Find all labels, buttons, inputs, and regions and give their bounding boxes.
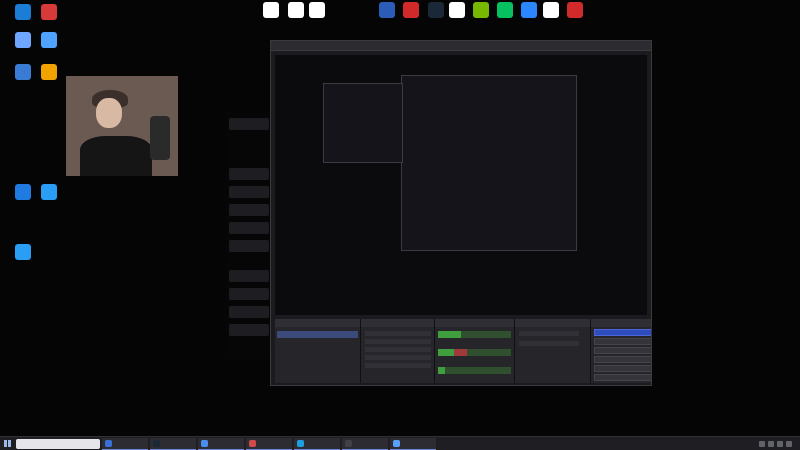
icon-left-6[interactable] — [28, 64, 70, 82]
mixer-level-bar — [438, 349, 455, 356]
tray-icon-4[interactable] — [786, 440, 792, 447]
taskbar-item-3[interactable] — [198, 437, 244, 450]
icon-left-6-icon — [41, 64, 57, 80]
taskbar-item-7[interactable] — [390, 437, 436, 450]
side-cell-7[interactable] — [229, 270, 269, 282]
obs-window — [270, 40, 652, 386]
mixer-dock-header — [435, 319, 514, 327]
mixer-dock — [435, 319, 514, 383]
control-button-2[interactable] — [594, 338, 651, 345]
tray-icon-2[interactable] — [768, 440, 774, 447]
mixer-track-3[interactable] — [438, 367, 511, 374]
sources-dock-header — [361, 319, 434, 327]
icon-left-9[interactable] — [2, 244, 44, 262]
source-row-5[interactable] — [365, 363, 431, 368]
icon-left-2-icon — [41, 4, 57, 20]
controls-dock — [591, 319, 651, 383]
control-button-6[interactable] — [594, 374, 651, 381]
source-row-3[interactable] — [365, 347, 431, 352]
taskbar-items — [100, 437, 436, 450]
windows-logo-icon — [3, 440, 11, 447]
side-cell-3[interactable] — [229, 186, 269, 198]
icon-left-4-icon — [41, 32, 57, 48]
scene-row[interactable] — [277, 331, 358, 338]
mixer-level-bar — [438, 331, 462, 338]
transition-select[interactable] — [519, 331, 579, 336]
icon-top-3[interactable] — [296, 2, 338, 20]
icon-left-2[interactable] — [28, 4, 70, 22]
system-tray — [759, 440, 800, 447]
taskbar-item-2[interactable] — [150, 437, 196, 450]
duration-input[interactable] — [519, 341, 579, 346]
control-button-5[interactable] — [594, 365, 651, 372]
webcam-body — [80, 136, 152, 176]
taskbar-search-input[interactable] — [16, 438, 100, 449]
taskbar-item-3-icon — [201, 439, 208, 447]
webcam-face — [96, 98, 122, 128]
taskbar — [0, 436, 800, 450]
side-cell-1[interactable] — [229, 118, 269, 130]
tray-icon-1[interactable] — [759, 440, 765, 447]
icon-left-9-icon — [15, 244, 31, 260]
control-button-1[interactable] — [594, 329, 651, 336]
sources-dock — [361, 319, 434, 383]
taskbar-item-4-icon — [249, 439, 256, 447]
taskbar-item-6-icon — [345, 439, 352, 447]
nested-webcam — [323, 83, 403, 163]
source-row-2[interactable] — [365, 339, 431, 344]
mixer-track-1[interactable] — [438, 331, 511, 338]
taskbar-item-1[interactable] — [102, 437, 148, 450]
transitions-dock-header — [515, 319, 590, 327]
controls-dock-header — [591, 319, 651, 327]
side-panel — [226, 112, 272, 354]
control-button-4[interactable] — [594, 356, 651, 363]
taskbar-item-5[interactable] — [294, 437, 340, 450]
obs-titlebar[interactable] — [271, 41, 651, 51]
control-button-3[interactable] — [594, 347, 651, 354]
taskbar-item-4[interactable] — [246, 437, 292, 450]
taskbar-item-1-icon — [105, 439, 112, 447]
obs-preview[interactable] — [275, 55, 647, 315]
side-cell-5[interactable] — [229, 222, 269, 234]
taskbar-item-7-icon — [393, 439, 400, 447]
mixer-level-bar — [438, 367, 446, 374]
desktop — [0, 0, 800, 436]
taskbar-item-5-icon — [297, 439, 304, 447]
webcam-mic — [150, 116, 170, 160]
taskbar-item-2-icon — [153, 439, 160, 447]
side-cell-2[interactable] — [229, 168, 269, 180]
icon-left-8-icon — [41, 184, 57, 200]
source-row-1[interactable] — [365, 331, 431, 336]
obs-docks — [275, 319, 651, 383]
side-cell-10[interactable] — [229, 324, 269, 336]
webcam-overlay — [66, 76, 178, 176]
icon-top-12-icon — [567, 2, 583, 18]
nested-capture — [401, 75, 577, 251]
start-button[interactable] — [0, 437, 14, 450]
icon-left-8[interactable] — [28, 184, 70, 202]
side-cell-4[interactable] — [229, 204, 269, 216]
icon-left-4[interactable] — [28, 32, 70, 50]
mixer-peak-bar — [454, 349, 468, 356]
source-row-4[interactable] — [365, 355, 431, 360]
side-cell-6[interactable] — [229, 240, 269, 252]
scenes-dock-header — [275, 319, 360, 327]
side-cell-8[interactable] — [229, 288, 269, 300]
transitions-dock — [515, 319, 590, 383]
side-cell-9[interactable] — [229, 306, 269, 318]
tray-icon-3[interactable] — [777, 440, 783, 447]
icon-top-12[interactable] — [554, 2, 596, 20]
icon-top-3-icon — [309, 2, 325, 18]
scenes-dock — [275, 319, 360, 383]
obs-statusbar — [275, 383, 647, 385]
mixer-track-2[interactable] — [438, 349, 511, 356]
taskbar-item-6[interactable] — [342, 437, 388, 450]
